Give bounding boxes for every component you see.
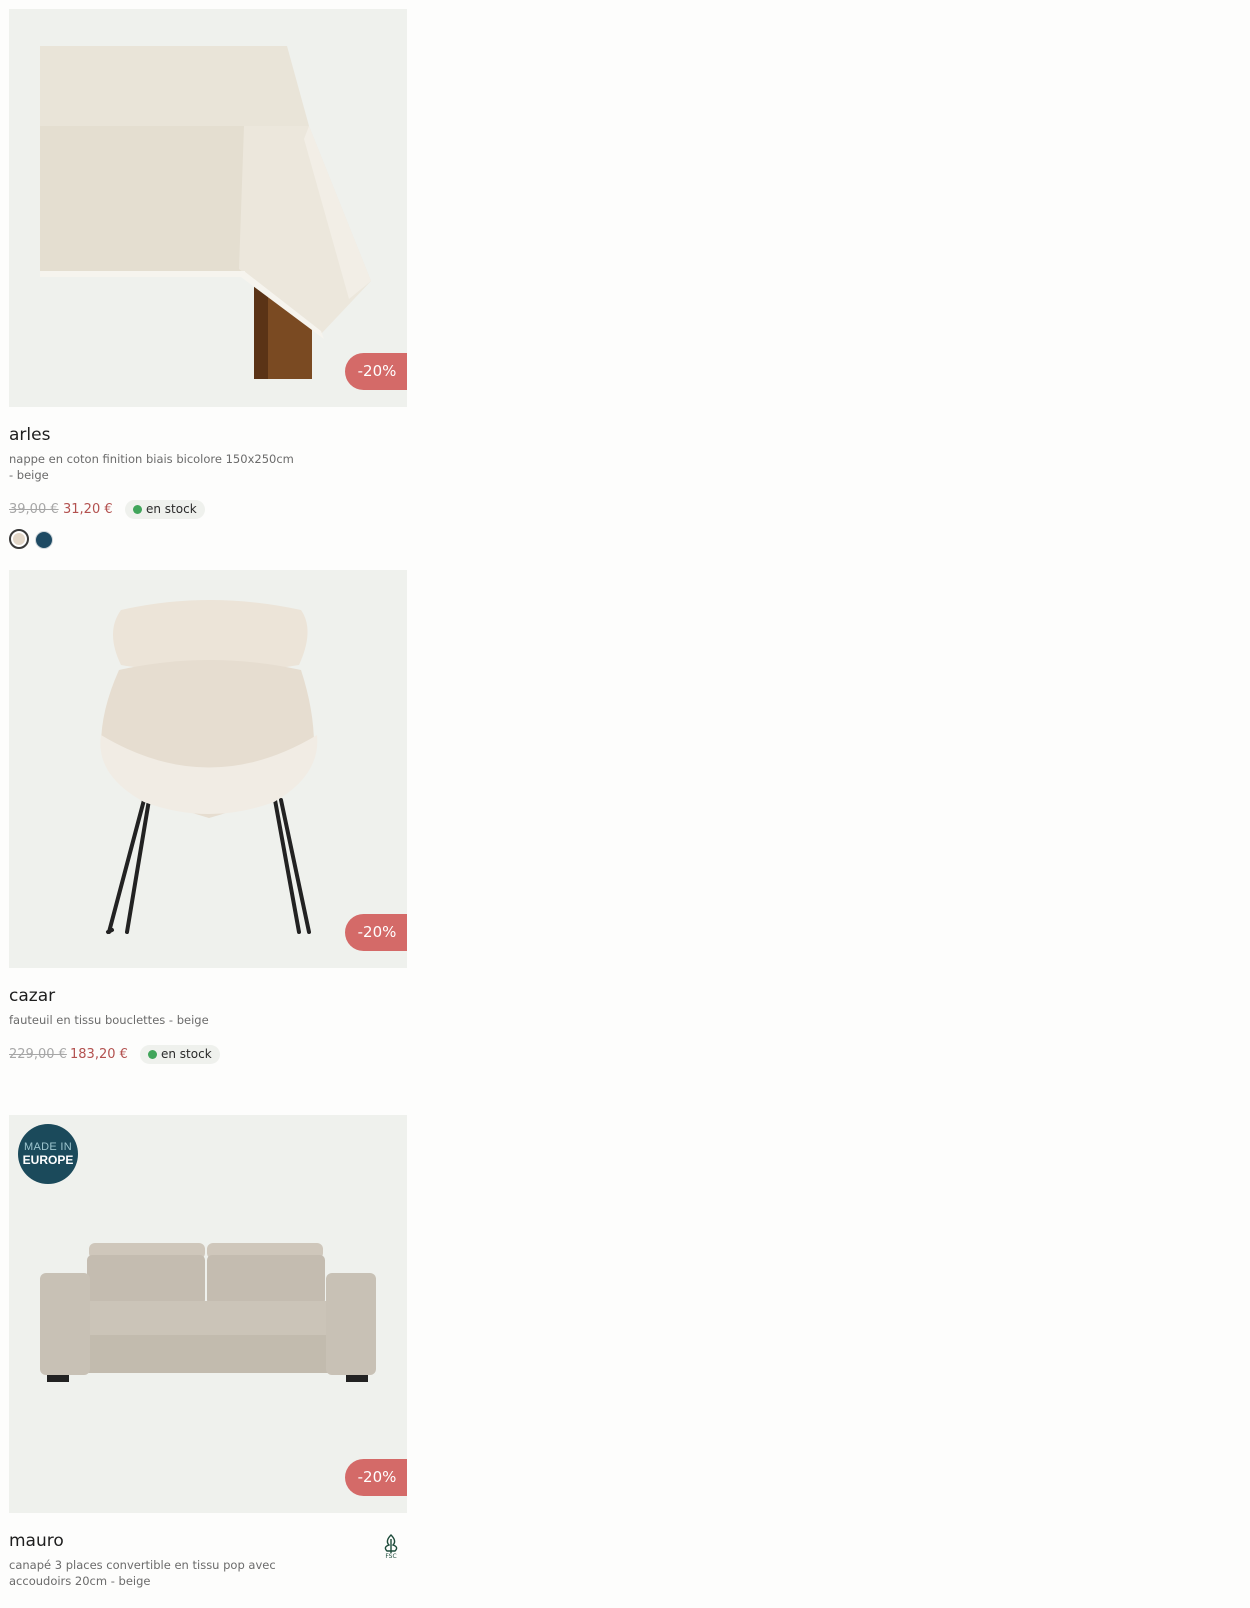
product-name[interactable]: arles (9, 425, 407, 445)
product-card-mauro[interactable]: MADE IN EUROPE -20% mauro canapé 3 place… (9, 1115, 407, 1589)
stock-status: en stock (140, 1045, 220, 1064)
discount-badge: -20% (345, 353, 407, 390)
product-description: nappe en coton finition biais bicolore 1… (9, 452, 294, 482)
product-card-arles[interactable]: -20% arles nappe en coton finition biais… (9, 9, 407, 551)
product-description: fauteuil en tissu bouclettes - beige (9, 1013, 209, 1027)
price-row: 39,00 € 31,20 € en stock (9, 500, 407, 522)
old-price: 39,00 € (9, 502, 59, 517)
discount-badge: -20% (345, 914, 407, 951)
fsc-tree-icon[interactable]: FSC (379, 1533, 403, 1560)
badge-line-1: MADE IN (24, 1141, 72, 1153)
product-description: canapé 3 places convertible en tissu pop… (9, 1558, 276, 1588)
stock-label: en stock (161, 1047, 212, 1061)
svg-text:FSC: FSC (385, 1553, 396, 1559)
stock-status: en stock (125, 500, 205, 519)
product-image-armchair[interactable]: -20% (9, 570, 407, 968)
in-stock-dot-icon (133, 505, 142, 514)
discount-badge: -20% (345, 1459, 407, 1496)
in-stock-dot-icon (148, 1050, 157, 1059)
sale-price: 183,20 € (70, 1047, 128, 1062)
product-name[interactable]: mauro (9, 1531, 407, 1551)
stock-label: en stock (146, 502, 197, 516)
tablecloth-illustration (40, 46, 371, 379)
made-in-europe-badge: MADE IN EUROPE (18, 1124, 78, 1184)
sale-price: 31,20 € (63, 502, 113, 517)
product-name[interactable]: cazar (9, 986, 407, 1006)
old-price: 229,00 € (9, 1047, 67, 1062)
swatch-beige[interactable] (9, 529, 29, 549)
armchair-illustration (100, 600, 318, 934)
badge-line-2: EUROPE (22, 1153, 74, 1167)
swatch-dark-blue[interactable] (35, 531, 53, 549)
product-image-sofa[interactable]: MADE IN EUROPE -20% (9, 1115, 407, 1513)
price-row: 229,00 € 183,20 € en stock (9, 1045, 407, 1067)
color-swatches (9, 529, 407, 551)
product-image-tablecloth[interactable]: -20% (9, 9, 407, 407)
product-card-cazar[interactable]: -20% cazar fauteuil en tissu bouclettes … (9, 570, 407, 1067)
